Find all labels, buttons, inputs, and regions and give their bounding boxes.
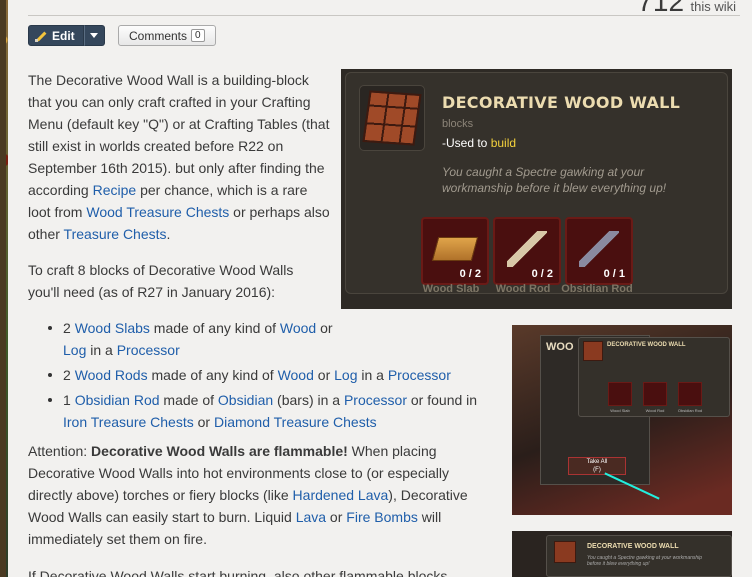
processor-link[interactable]: Processor: [117, 342, 180, 358]
craft-paragraph: To craft 8 blocks of Decorative Wood Wal…: [28, 262, 294, 300]
mini-tooltip-title: DECORATIVE WOOD WALL: [607, 342, 686, 348]
obsidian-rod-icon: [579, 231, 619, 267]
list-item: 2 Wood Slabs made of any kind of Wood or…: [48, 317, 338, 361]
edit-button-group: Edit: [28, 25, 105, 46]
wood-slabs-link[interactable]: Wood Slabs: [75, 320, 150, 336]
burning-paragraph: If Decorative Wood Walls start burning, …: [28, 568, 448, 577]
item-icon-frame: [359, 85, 425, 151]
header-divider: [28, 15, 740, 16]
edit-dropdown-button[interactable]: [83, 25, 105, 46]
ingredient-label: Wood Slab: [422, 283, 480, 295]
mini-slot: [678, 382, 702, 406]
ingredient-slot-wood-rod: 0 / 2: [493, 217, 561, 285]
mini-tooltip-flavor: You caught a Spectre gawking at your wor…: [587, 555, 703, 567]
wiki-page: 712 this wiki Edit Comments 0 The Decora…: [8, 0, 752, 577]
ingredient-label: Wood Rod: [495, 283, 551, 295]
wood-wall-cube-icon: [554, 541, 576, 563]
chevron-down-icon: [90, 33, 99, 38]
list-item: 1 Obsidian Rod made of Obsidian (bars) i…: [48, 389, 498, 433]
log-link[interactable]: Log: [334, 367, 357, 383]
edit-button[interactable]: Edit: [28, 25, 84, 46]
tooltip-card: DECORATIVE WOOD WALL blocks -Used to bui…: [345, 72, 728, 294]
wood-link[interactable]: Wood: [280, 320, 316, 336]
recipe-link[interactable]: Recipe: [93, 182, 137, 198]
tooltip-category: blocks: [442, 118, 474, 130]
item-tooltip-image[interactable]: DECORATIVE WOOD WALL blocks -Used to bui…: [341, 69, 732, 309]
wood-rods-link[interactable]: Wood Rods: [75, 367, 148, 383]
lava-link[interactable]: Lava: [296, 509, 326, 525]
tooltip-flavor-text: You caught a Spectre gawking at your wor…: [442, 165, 667, 195]
comment-count-badge: 0: [191, 29, 205, 42]
ingredient-slot-obsidian-rod: 0 / 1: [565, 217, 633, 285]
tooltip-title: DECORATIVE WOOD WALL: [442, 93, 681, 112]
obsidian-rod-link[interactable]: Obsidian Rod: [75, 392, 160, 408]
diamond-treasure-chests-link[interactable]: Diamond Treasure Chests: [214, 414, 377, 430]
list-item: 2 Wood Rods made of any kind of Wood or …: [48, 364, 498, 386]
wood-wall-cube-icon: [583, 341, 603, 361]
log-link[interactable]: Log: [63, 342, 86, 358]
comments-button[interactable]: Comments 0: [118, 25, 216, 46]
mini-slot: [643, 382, 667, 406]
wood-rod-icon: [507, 231, 547, 267]
fire-bombs-link[interactable]: Fire Bombs: [346, 509, 418, 525]
take-all-button: Take All (F): [568, 457, 626, 475]
tooltip-screenshot-small[interactable]: DECORATIVE WOOD WALL You caught a Spectr…: [512, 531, 732, 577]
mini-slot: [608, 382, 632, 406]
wood-wall-cube-icon: [362, 90, 422, 146]
wood-link[interactable]: Wood: [278, 367, 314, 383]
processor-link[interactable]: Processor: [344, 392, 407, 408]
iron-treasure-chests-link[interactable]: Iron Treasure Chests: [63, 414, 194, 430]
ingredient-list: 2 Wood Slabs made of any kind of Wood or…: [48, 317, 498, 436]
crafting-screenshot[interactable]: WOO DECORATIVE WOOD WALL Wood Slab Wood …: [512, 325, 732, 515]
ingredient-slot-wood-slab: 0 / 2: [421, 217, 489, 285]
intro-paragraph: The Decorative Wood Wall is a building-b…: [28, 72, 330, 242]
obsidian-link[interactable]: Obsidian: [218, 392, 273, 408]
wood-treasure-chests-link[interactable]: Wood Treasure Chests: [86, 204, 229, 220]
tooltip-use: -Used to build: [442, 136, 517, 150]
pencil-icon: [35, 30, 47, 42]
inventory-title: WOO: [546, 341, 574, 353]
mini-tooltip-title: DECORATIVE WOOD WALL: [587, 543, 679, 550]
ingredient-label: Obsidian Rod: [561, 283, 633, 295]
hardened-lava-link[interactable]: Hardened Lava: [293, 487, 389, 503]
wood-slab-icon: [431, 237, 479, 261]
flammable-paragraph: Attention: Decorative Wood Walls are fla…: [28, 443, 468, 547]
treasure-chests-link[interactable]: Treasure Chests: [64, 226, 167, 242]
processor-link[interactable]: Processor: [388, 367, 451, 383]
